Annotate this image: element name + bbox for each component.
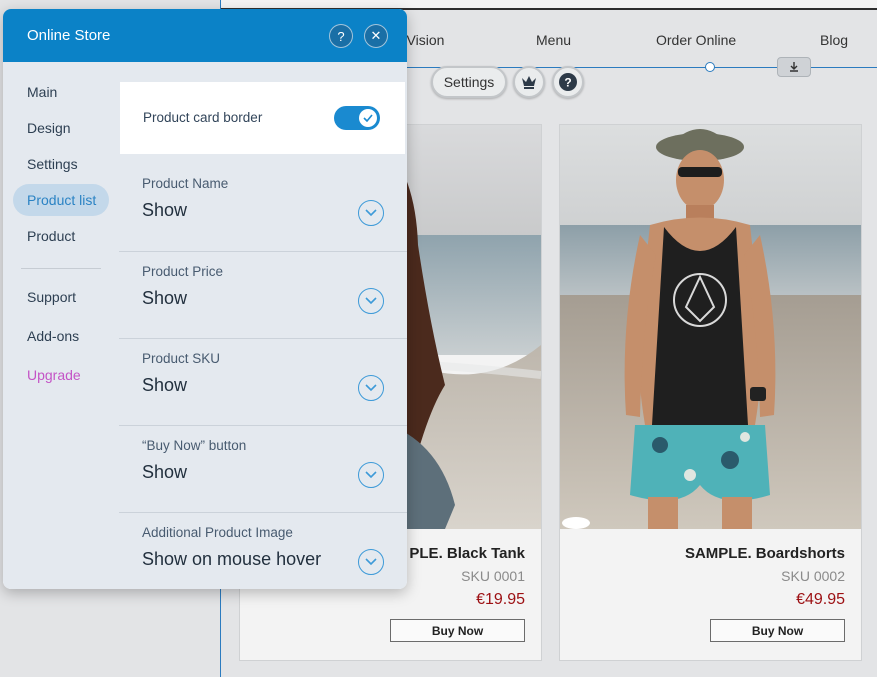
sidebar-item-main[interactable]: Main xyxy=(27,84,57,100)
chevron-down-icon xyxy=(365,297,377,305)
product-price: €49.95 xyxy=(796,591,845,608)
chevron-down-icon xyxy=(365,471,377,479)
nav-item-order-online[interactable]: Order Online xyxy=(656,32,736,48)
buy-now-button-setting[interactable]: “Buy Now” button Show xyxy=(119,425,407,512)
buy-now-button[interactable]: Buy Now xyxy=(710,619,845,642)
product-price-setting[interactable]: Product Price Show xyxy=(119,251,407,338)
product-card-border-toggle[interactable] xyxy=(334,106,380,130)
panel-content: Product card border Product Name Show Pr… xyxy=(119,62,407,589)
product-sku-setting[interactable]: Product SKU Show xyxy=(119,338,407,425)
sidebar-item-support[interactable]: Support xyxy=(27,289,76,305)
setting-value: Show xyxy=(142,462,188,482)
panel-help-button[interactable]: ? xyxy=(329,24,353,48)
product-name[interactable]: SAMPLE. Boardshorts xyxy=(685,545,845,562)
chevron-down-icon xyxy=(365,384,377,392)
additional-image-setting[interactable]: Additional Product Image Show on mouse h… xyxy=(119,512,407,589)
setting-value: Show xyxy=(142,288,188,308)
setting-label: Product Name xyxy=(142,176,229,191)
setting-label: Additional Product Image xyxy=(142,525,293,540)
svg-text:?: ? xyxy=(564,76,571,90)
upgrade-crown-button[interactable] xyxy=(513,66,545,98)
product-card[interactable]: SAMPLE. Boardshorts SKU 0002 €49.95 Buy … xyxy=(559,124,862,661)
sidebar-divider xyxy=(21,268,101,269)
chevron-down-icon xyxy=(365,209,377,217)
setting-value: Show xyxy=(142,375,188,395)
sidebar-item-settings[interactable]: Settings xyxy=(27,156,78,172)
dropdown-button[interactable] xyxy=(358,200,384,226)
site-nav: r Vision Menu Order Online Blog xyxy=(398,32,877,52)
dropdown-button[interactable] xyxy=(358,462,384,488)
setting-value: Show xyxy=(142,200,188,220)
question-icon: ? xyxy=(337,28,345,44)
download-icon xyxy=(790,62,798,72)
dropdown-button[interactable] xyxy=(358,549,384,575)
sidebar-item-design[interactable]: Design xyxy=(27,120,71,136)
download-button[interactable] xyxy=(777,57,811,77)
help-button[interactable]: ? xyxy=(552,66,584,98)
crown-icon xyxy=(522,76,536,89)
product-card-border-label: Product card border xyxy=(143,110,263,125)
product-photo[interactable] xyxy=(560,125,861,529)
settings-button[interactable]: Settings xyxy=(431,66,507,98)
product-card-border-row: Product card border xyxy=(120,82,405,154)
checkmark-icon xyxy=(363,114,373,122)
setting-label: Product Price xyxy=(142,264,224,279)
nav-item-blog[interactable]: Blog xyxy=(820,32,848,48)
sidebar-item-product[interactable]: Product xyxy=(27,228,75,244)
close-icon: ✕ xyxy=(370,28,382,43)
chevron-down-icon xyxy=(365,558,377,566)
toggle-knob xyxy=(359,109,377,127)
dropdown-button[interactable] xyxy=(358,375,384,401)
nav-item-menu[interactable]: Menu xyxy=(536,32,571,48)
product-name[interactable]: PLE. Black Tank xyxy=(409,545,525,562)
panel-close-button[interactable]: ✕ xyxy=(364,24,388,48)
product-sku: SKU 0001 xyxy=(461,568,525,584)
panel-title: Online Store xyxy=(27,27,111,44)
product-name-setting[interactable]: Product Name Show xyxy=(119,164,407,251)
setting-label: Product SKU xyxy=(142,351,221,366)
nav-anchor-dot[interactable] xyxy=(705,62,715,72)
panel-header[interactable]: Online Store ? ✕ xyxy=(3,9,407,62)
panel-sidebar: Main Design Settings Product list Produc… xyxy=(3,62,119,589)
question-icon: ? xyxy=(559,73,577,91)
buy-now-button[interactable]: Buy Now xyxy=(390,619,525,642)
sidebar-item-add-ons[interactable]: Add-ons xyxy=(27,328,79,344)
product-sku: SKU 0002 xyxy=(781,568,845,584)
product-price: €19.95 xyxy=(476,591,525,608)
setting-label: “Buy Now” button xyxy=(142,438,247,453)
online-store-panel: Online Store ? ✕ Main Design Settings Pr… xyxy=(3,9,407,589)
sidebar-item-product-list[interactable]: Product list xyxy=(27,192,96,208)
setting-value: Show on mouse hover xyxy=(142,549,322,569)
sidebar-item-upgrade[interactable]: Upgrade xyxy=(27,367,81,383)
dropdown-button[interactable] xyxy=(358,288,384,314)
